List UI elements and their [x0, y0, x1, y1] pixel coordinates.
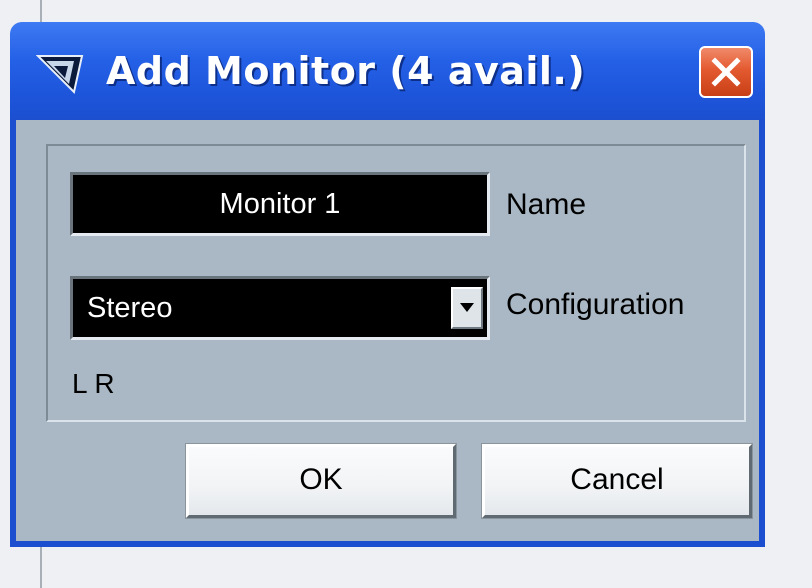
close-icon [711, 57, 741, 87]
dialog-title: Add Monitor (4 avail.) [106, 49, 586, 93]
settings-group: Name Stereo Configuration L R [46, 144, 746, 422]
title-bar[interactable]: Add Monitor (4 avail.) [10, 22, 765, 120]
name-label: Name [506, 188, 587, 221]
monitor-name-input[interactable] [70, 172, 490, 236]
configuration-value: Stereo [87, 292, 173, 324]
configuration-dropdown-button[interactable] [451, 287, 483, 329]
configuration-label: Configuration [506, 288, 685, 321]
channel-layout-text: L R [72, 368, 115, 399]
chevron-down-icon [460, 303, 474, 312]
cancel-button[interactable]: Cancel [481, 443, 753, 519]
close-button[interactable] [699, 46, 753, 98]
cubase-app-icon [35, 52, 84, 96]
ok-button[interactable]: OK [185, 443, 457, 519]
add-monitor-dialog: Add Monitor (4 avail.) Name Stereo Confi… [10, 22, 765, 547]
configuration-select[interactable]: Stereo [70, 276, 490, 340]
dialog-body: Name Stereo Configuration L R OK Cancel [16, 120, 759, 541]
